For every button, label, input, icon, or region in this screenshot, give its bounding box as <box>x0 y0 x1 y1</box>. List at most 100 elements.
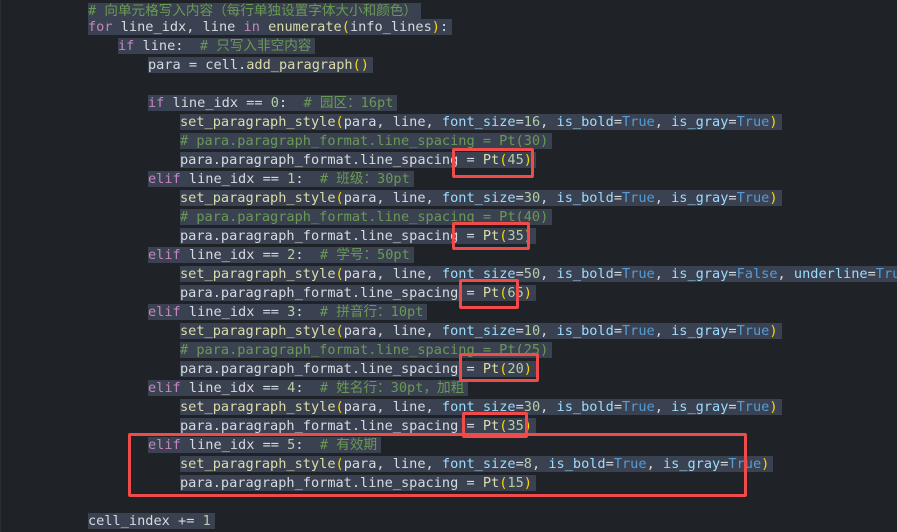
code-token: is_bold <box>556 190 614 206</box>
code-token: ( <box>335 114 344 130</box>
code-line[interactable]: elif line_idx == 3: # 拼音行：10pt <box>148 303 428 322</box>
code-token: : <box>295 247 320 263</box>
code-token: = <box>613 323 622 339</box>
code-token: is_gray <box>671 266 729 282</box>
code-token: , <box>654 190 672 206</box>
code-token: # para.paragraph_format.line_spacing = P… <box>180 133 549 149</box>
code-token: if <box>148 95 165 111</box>
code-token: True <box>622 266 655 282</box>
code-token: = <box>867 266 876 282</box>
code-token: set_paragraph_style <box>180 399 336 415</box>
code-line[interactable]: if line_idx == 0: # 园区：16pt <box>148 94 398 113</box>
code-line[interactable]: para = cell.add_paragraph() <box>148 56 373 75</box>
code-token: line_idx == <box>164 95 271 111</box>
code-token: 10 <box>523 323 541 339</box>
code-line[interactable]: elif line_idx == 1: # 班级：30pt <box>148 170 414 189</box>
code-token: , <box>654 399 672 415</box>
code-token: True <box>736 323 770 339</box>
code-editor[interactable]: # 向单元格写入内容（每行单独设置字体大小和颜色） for line_idx, l… <box>0 0 897 532</box>
red-highlight-box <box>459 353 539 382</box>
code-line-text: set_paragraph_style(para, line, font_siz… <box>180 190 782 206</box>
code-token: cell_index += <box>88 513 203 529</box>
code-token: 50 <box>523 266 541 282</box>
code-token: # 姓名行：30pt，加粗 <box>319 380 465 396</box>
code-token: ) <box>769 190 778 206</box>
code-line-text: set_paragraph_style(para, line, font_siz… <box>180 114 782 130</box>
code-token: True <box>736 114 770 130</box>
code-line-text: set_paragraph_style(para, line, font_siz… <box>180 323 782 339</box>
code-token: : <box>295 171 320 187</box>
red-highlight-box <box>452 148 534 178</box>
editor-left-edge <box>0 0 1 532</box>
code-token: # 班级：30pt <box>319 171 410 187</box>
code-token: set_paragraph_style <box>180 266 336 282</box>
code-line[interactable]: elif line_idx == 2: # 学号：50pt <box>148 246 414 265</box>
code-line-text: # 向单元格写入内容（每行单独设置字体大小和颜色） <box>88 3 422 19</box>
code-line-text: elif line_idx == 1: # 班级：30pt <box>148 171 414 187</box>
code-token: ( <box>335 399 344 415</box>
code-line[interactable]: if line: # 只写入非空内容 <box>118 37 316 56</box>
code-token: 0 <box>270 95 279 111</box>
code-token: para.paragraph_format.line_spacing = <box>180 228 483 244</box>
code-token: set_paragraph_style <box>180 323 336 339</box>
code-token: , <box>540 266 557 282</box>
code-token: set_paragraph_style <box>180 114 336 130</box>
code-line-text: elif line_idx == 3: # 拼音行：10pt <box>148 304 428 320</box>
code-token: # 向单元格写入内容（每行单独设置字体大小和颜色） <box>88 3 418 19</box>
code-token: True <box>875 266 897 282</box>
code-token: line: <box>134 38 200 54</box>
code-token: info_lines <box>349 19 432 35</box>
code-token: , <box>777 266 794 282</box>
red-highlight-box <box>452 222 530 250</box>
code-token: para.paragraph_format.line_spacing = <box>180 361 483 377</box>
code-token: is_gray <box>671 323 729 339</box>
code-token: underline <box>793 266 868 282</box>
code-token: True <box>622 323 655 339</box>
code-token: line_idx, line <box>112 19 244 35</box>
code-token: : <box>278 95 304 111</box>
code-token: False <box>736 266 778 282</box>
code-token: is_bold <box>556 399 614 415</box>
code-token: font_size <box>441 114 516 130</box>
code-token: ( <box>335 323 344 339</box>
code-token: = <box>728 114 737 130</box>
code-token: enumerate <box>268 19 342 35</box>
code-line[interactable]: set_paragraph_style(para, line, font_siz… <box>180 113 782 132</box>
code-token: set_paragraph_style <box>180 190 336 206</box>
code-token: font_size <box>441 323 516 339</box>
code-token: is_gray <box>671 399 729 415</box>
code-token: font_size <box>441 190 516 206</box>
code-line-text: # para.paragraph_format.line_spacing = P… <box>180 133 553 149</box>
code-token: , <box>654 323 672 339</box>
code-token: para.paragraph_format.line_spacing = <box>180 285 483 301</box>
code-token: is_bold <box>556 114 614 130</box>
code-token: 1 <box>202 513 211 529</box>
code-line[interactable]: elif line_idx == 4: # 姓名行：30pt，加粗 <box>148 379 469 398</box>
code-token: ( <box>335 190 344 206</box>
code-line[interactable]: set_paragraph_style(para, line, font_siz… <box>180 265 897 284</box>
code-token: is_gray <box>671 190 729 206</box>
code-token: = <box>515 114 524 130</box>
code-token: line_idx == <box>180 171 288 187</box>
code-token: ) <box>761 456 770 472</box>
code-token: ) <box>769 399 778 415</box>
code-token: ( <box>341 19 350 35</box>
code-token: , <box>654 114 672 130</box>
code-line[interactable]: set_paragraph_style(para, line, font_siz… <box>180 189 782 208</box>
code-token: ) <box>769 323 778 339</box>
code-token: 16 <box>523 114 541 130</box>
code-token: , <box>540 323 557 339</box>
code-line[interactable]: cell_index += 1 <box>88 512 215 531</box>
code-token: = <box>728 266 737 282</box>
code-token: True <box>622 114 655 130</box>
code-line[interactable]: for line_idx, line in enumerate(info_lin… <box>88 18 453 37</box>
code-token: = <box>613 399 622 415</box>
code-token: # 只写入非空内容 <box>199 38 312 54</box>
code-line-text: elif line_idx == 2: # 学号：50pt <box>148 247 414 263</box>
code-token: 30 <box>523 190 541 206</box>
code-token: = <box>613 114 622 130</box>
code-token: : <box>295 380 320 396</box>
code-line[interactable]: set_paragraph_style(para, line, font_siz… <box>180 322 782 341</box>
code-line-text: para = cell.add_paragraph() <box>148 57 373 73</box>
